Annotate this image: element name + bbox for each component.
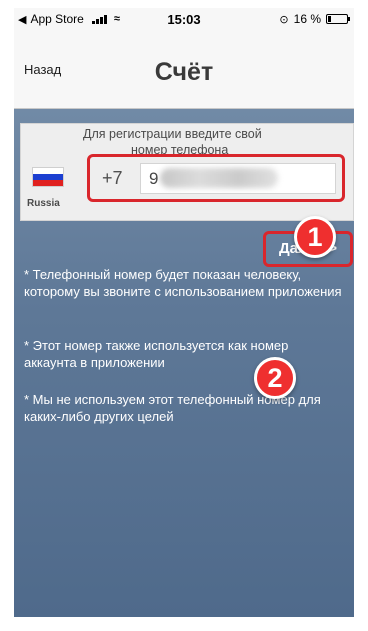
step-2-badge: 2 bbox=[254, 357, 296, 399]
status-bar-right: ⊙ 16 % bbox=[279, 12, 350, 26]
registration-card: Для регистрации введите свой номер телеф… bbox=[20, 123, 354, 221]
step-1-badge: 1 bbox=[294, 216, 336, 258]
phone-screen: ◀ App Store ≈ 15:03 ⊙ 16 % Назад Счёт Дл… bbox=[14, 8, 354, 617]
main-content: Для регистрации введите свой номер телеф… bbox=[14, 109, 354, 617]
navigation-bar: Назад Счёт bbox=[14, 30, 354, 109]
note-account-number: * Этот номер также используется как номе… bbox=[24, 338, 289, 370]
russia-flag-icon[interactable] bbox=[32, 167, 64, 187]
page-title: Счёт bbox=[154, 58, 214, 86]
battery-icon bbox=[326, 14, 350, 24]
phone-number-blur bbox=[160, 168, 278, 188]
orientation-lock-icon: ⊙ bbox=[279, 13, 289, 26]
instruction-label: Для регистрации введите свой bbox=[83, 127, 262, 141]
battery-percent: 16 % bbox=[293, 12, 321, 26]
country-code: +7 bbox=[102, 168, 123, 188]
status-bar: ◀ App Store ≈ 15:03 ⊙ 16 % bbox=[14, 8, 354, 30]
note-shown-to-callee: * Телефонный номер будет показан человек… bbox=[24, 267, 342, 299]
phone-number-highlight: +7 bbox=[87, 154, 345, 202]
note-no-other-use: * Мы не используем этот телефонный номер… bbox=[24, 392, 321, 424]
country-label[interactable]: Russia bbox=[27, 198, 60, 209]
